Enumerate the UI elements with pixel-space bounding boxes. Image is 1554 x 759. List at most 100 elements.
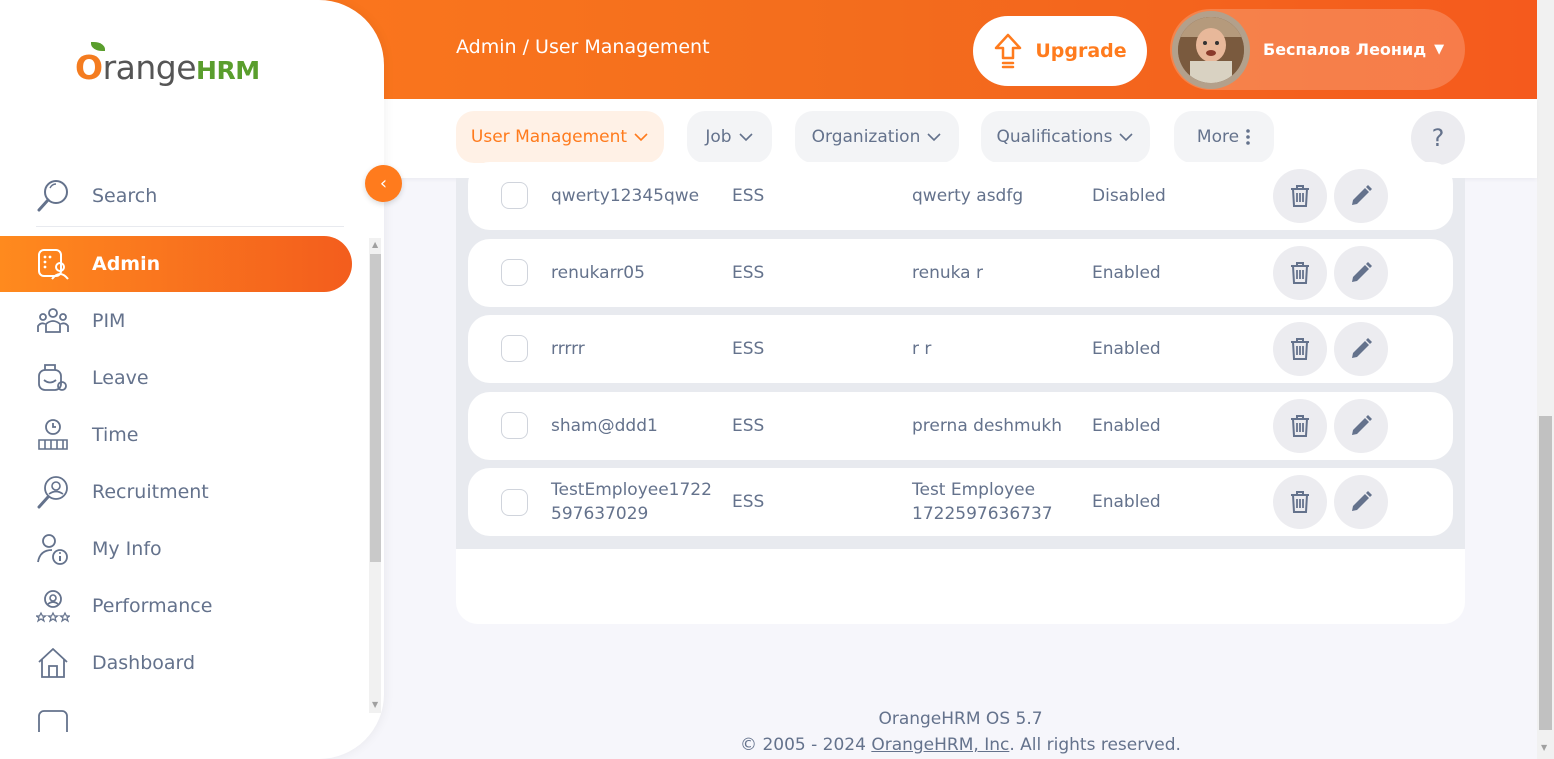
username-cell: rrrrr (551, 339, 585, 359)
row-checkbox[interactable] (501, 489, 528, 516)
chevron-down-icon (739, 133, 753, 142)
sidebar-item-dashboard[interactable]: Dashboard (0, 635, 352, 691)
sidebar-item-admin[interactable]: Admin (0, 236, 352, 292)
edit-button[interactable] (1334, 399, 1388, 453)
performance-icon (36, 590, 70, 623)
tab-organization[interactable]: Organization (795, 111, 959, 163)
tab-label: More (1196, 127, 1240, 147)
caret-down-icon: ▼ (1434, 42, 1445, 57)
sidebar-item-recruitment[interactable]: Recruitment (0, 464, 352, 520)
collapse-sidebar-button[interactable]: ‹ (365, 165, 402, 202)
tab-more[interactable]: More (1174, 111, 1274, 163)
pencil-icon (1352, 262, 1372, 282)
row-checkbox[interactable] (501, 335, 528, 362)
pencil-icon (1352, 415, 1372, 435)
tab-qualifications[interactable]: Qualifications (981, 111, 1150, 163)
employee-cell: renuka r (912, 263, 983, 283)
sidebar-item-my-info[interactable]: My Info (0, 521, 352, 577)
dashboard-icon (38, 648, 68, 678)
sidebar-item-label: Leave (92, 367, 149, 389)
edit-button[interactable] (1334, 169, 1388, 223)
trash-icon (1291, 415, 1309, 437)
tab-job[interactable]: Job (687, 111, 772, 163)
leave-icon (38, 364, 67, 391)
username-cell: TestEmployee1722 597637029 (551, 478, 712, 526)
page-scroll-down-arrow[interactable]: ▼ (1541, 743, 1547, 752)
row-checkbox[interactable] (501, 182, 528, 209)
pencil-icon (1352, 491, 1372, 511)
table-row[interactable]: qwerty12345qwe ESS qwerty asdfg Disabled (468, 162, 1453, 230)
sidebar-item-leave[interactable]: Leave (0, 350, 352, 406)
more-vertical-icon (1246, 129, 1250, 145)
sidebar-scroll-down-arrow[interactable]: ▼ (372, 700, 378, 709)
employee-line: 1722597636737 (912, 504, 1053, 524)
company-link[interactable]: OrangeHRM, Inc (871, 735, 1009, 755)
pencil-icon (1352, 185, 1372, 205)
row-checkbox[interactable] (501, 412, 528, 439)
pim-icon (37, 308, 69, 333)
copyright-suffix: . All rights reserved. (1009, 735, 1181, 755)
breadcrumb: Admin / User Management (456, 36, 710, 58)
sidebar-item-label: Admin (92, 253, 161, 275)
edit-button[interactable] (1334, 322, 1388, 376)
my-info-icon (37, 534, 68, 565)
row-checkbox[interactable] (501, 259, 528, 286)
role-cell: ESS (732, 186, 765, 206)
role-cell: ESS (732, 339, 765, 359)
status-cell: Enabled (1092, 339, 1161, 359)
chevron-down-icon (1119, 133, 1134, 142)
username-cell: renukarr05 (551, 263, 645, 283)
sidebar-item-label: Recruitment (92, 481, 209, 503)
sidebar-scrollbar-thumb[interactable] (370, 254, 381, 562)
upgrade-button[interactable]: Upgrade (973, 16, 1147, 86)
status-cell: Enabled (1092, 263, 1161, 283)
avatar (1172, 10, 1250, 89)
sidebar-item-pim[interactable]: PIM (0, 293, 352, 349)
sidebar-item-label: Dashboard (92, 652, 196, 674)
role-cell: ESS (732, 263, 765, 283)
search-label: Search (92, 184, 158, 207)
tab-label: User Management (470, 127, 628, 147)
chevron-down-icon (927, 133, 941, 142)
tab-user-management[interactable]: User Management (456, 111, 664, 163)
orangehrm-logo: OrangeHRM (75, 42, 260, 87)
delete-button[interactable] (1273, 475, 1327, 529)
upgrade-label: Upgrade (1035, 40, 1127, 62)
table-row[interactable]: TestEmployee1722 597637029 ESS Test Empl… (468, 468, 1453, 536)
pencil-icon (1352, 338, 1372, 358)
admin-icon (38, 249, 69, 280)
sidebar-item-label: PIM (92, 310, 126, 332)
employee-line: Test Employee (912, 480, 1036, 500)
sidebar-search[interactable]: Search (36, 165, 344, 227)
time-icon (38, 419, 68, 450)
user-dropdown[interactable]: Беспалов Леонид ▼ (1170, 9, 1465, 90)
copyright-prefix: © 2005 - 2024 (740, 735, 872, 755)
delete-button[interactable] (1273, 246, 1327, 300)
search-icon (37, 179, 68, 211)
tab-label: Organization (811, 127, 921, 147)
delete-button[interactable] (1273, 322, 1327, 376)
edit-button[interactable] (1334, 475, 1388, 529)
employee-cell: Test Employee 1722597636737 (912, 478, 1053, 526)
trash-icon (1291, 185, 1309, 207)
tab-label: Job (705, 127, 732, 147)
trash-icon (1291, 338, 1309, 360)
footer-copyright: © 2005 - 2024 OrangeHRM, Inc. All rights… (456, 735, 1465, 755)
table-row[interactable]: renukarr05 ESS renuka r Enabled (468, 239, 1453, 307)
delete-button[interactable] (1273, 399, 1327, 453)
status-cell: Enabled (1092, 416, 1161, 436)
role-cell: ESS (732, 492, 765, 512)
directory-icon (38, 710, 68, 732)
help-button[interactable]: ? (1411, 111, 1465, 165)
sidebar-item-time[interactable]: Time (0, 407, 352, 463)
tab-label: Qualifications (996, 127, 1113, 147)
edit-button[interactable] (1334, 246, 1388, 300)
upgrade-arrow-icon (995, 33, 1022, 69)
sidebar-item-performance[interactable]: Performance (0, 578, 352, 634)
delete-button[interactable] (1273, 169, 1327, 223)
sidebar-item-partial[interactable] (0, 692, 352, 732)
table-row[interactable]: rrrrr ESS r r Enabled (468, 315, 1453, 383)
page-scrollbar-thumb[interactable] (1539, 416, 1552, 730)
sidebar-scroll-up-arrow[interactable]: ▲ (372, 240, 378, 249)
table-row[interactable]: sham@ddd1 ESS prerna deshmukh Enabled (468, 392, 1453, 460)
